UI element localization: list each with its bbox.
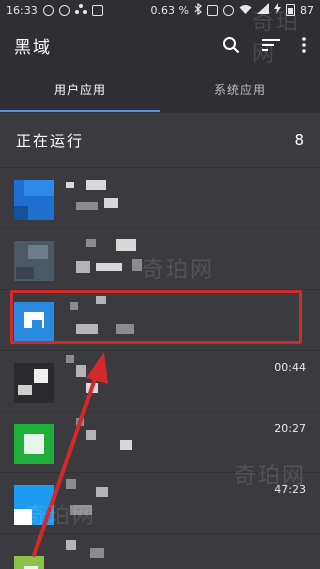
watermark: 奇珀网 (234, 464, 307, 489)
watermark: 奇珀网 (252, 10, 301, 67)
watermark: 奇珀网 (142, 258, 215, 283)
watermark: 奇珀网 (24, 504, 97, 529)
